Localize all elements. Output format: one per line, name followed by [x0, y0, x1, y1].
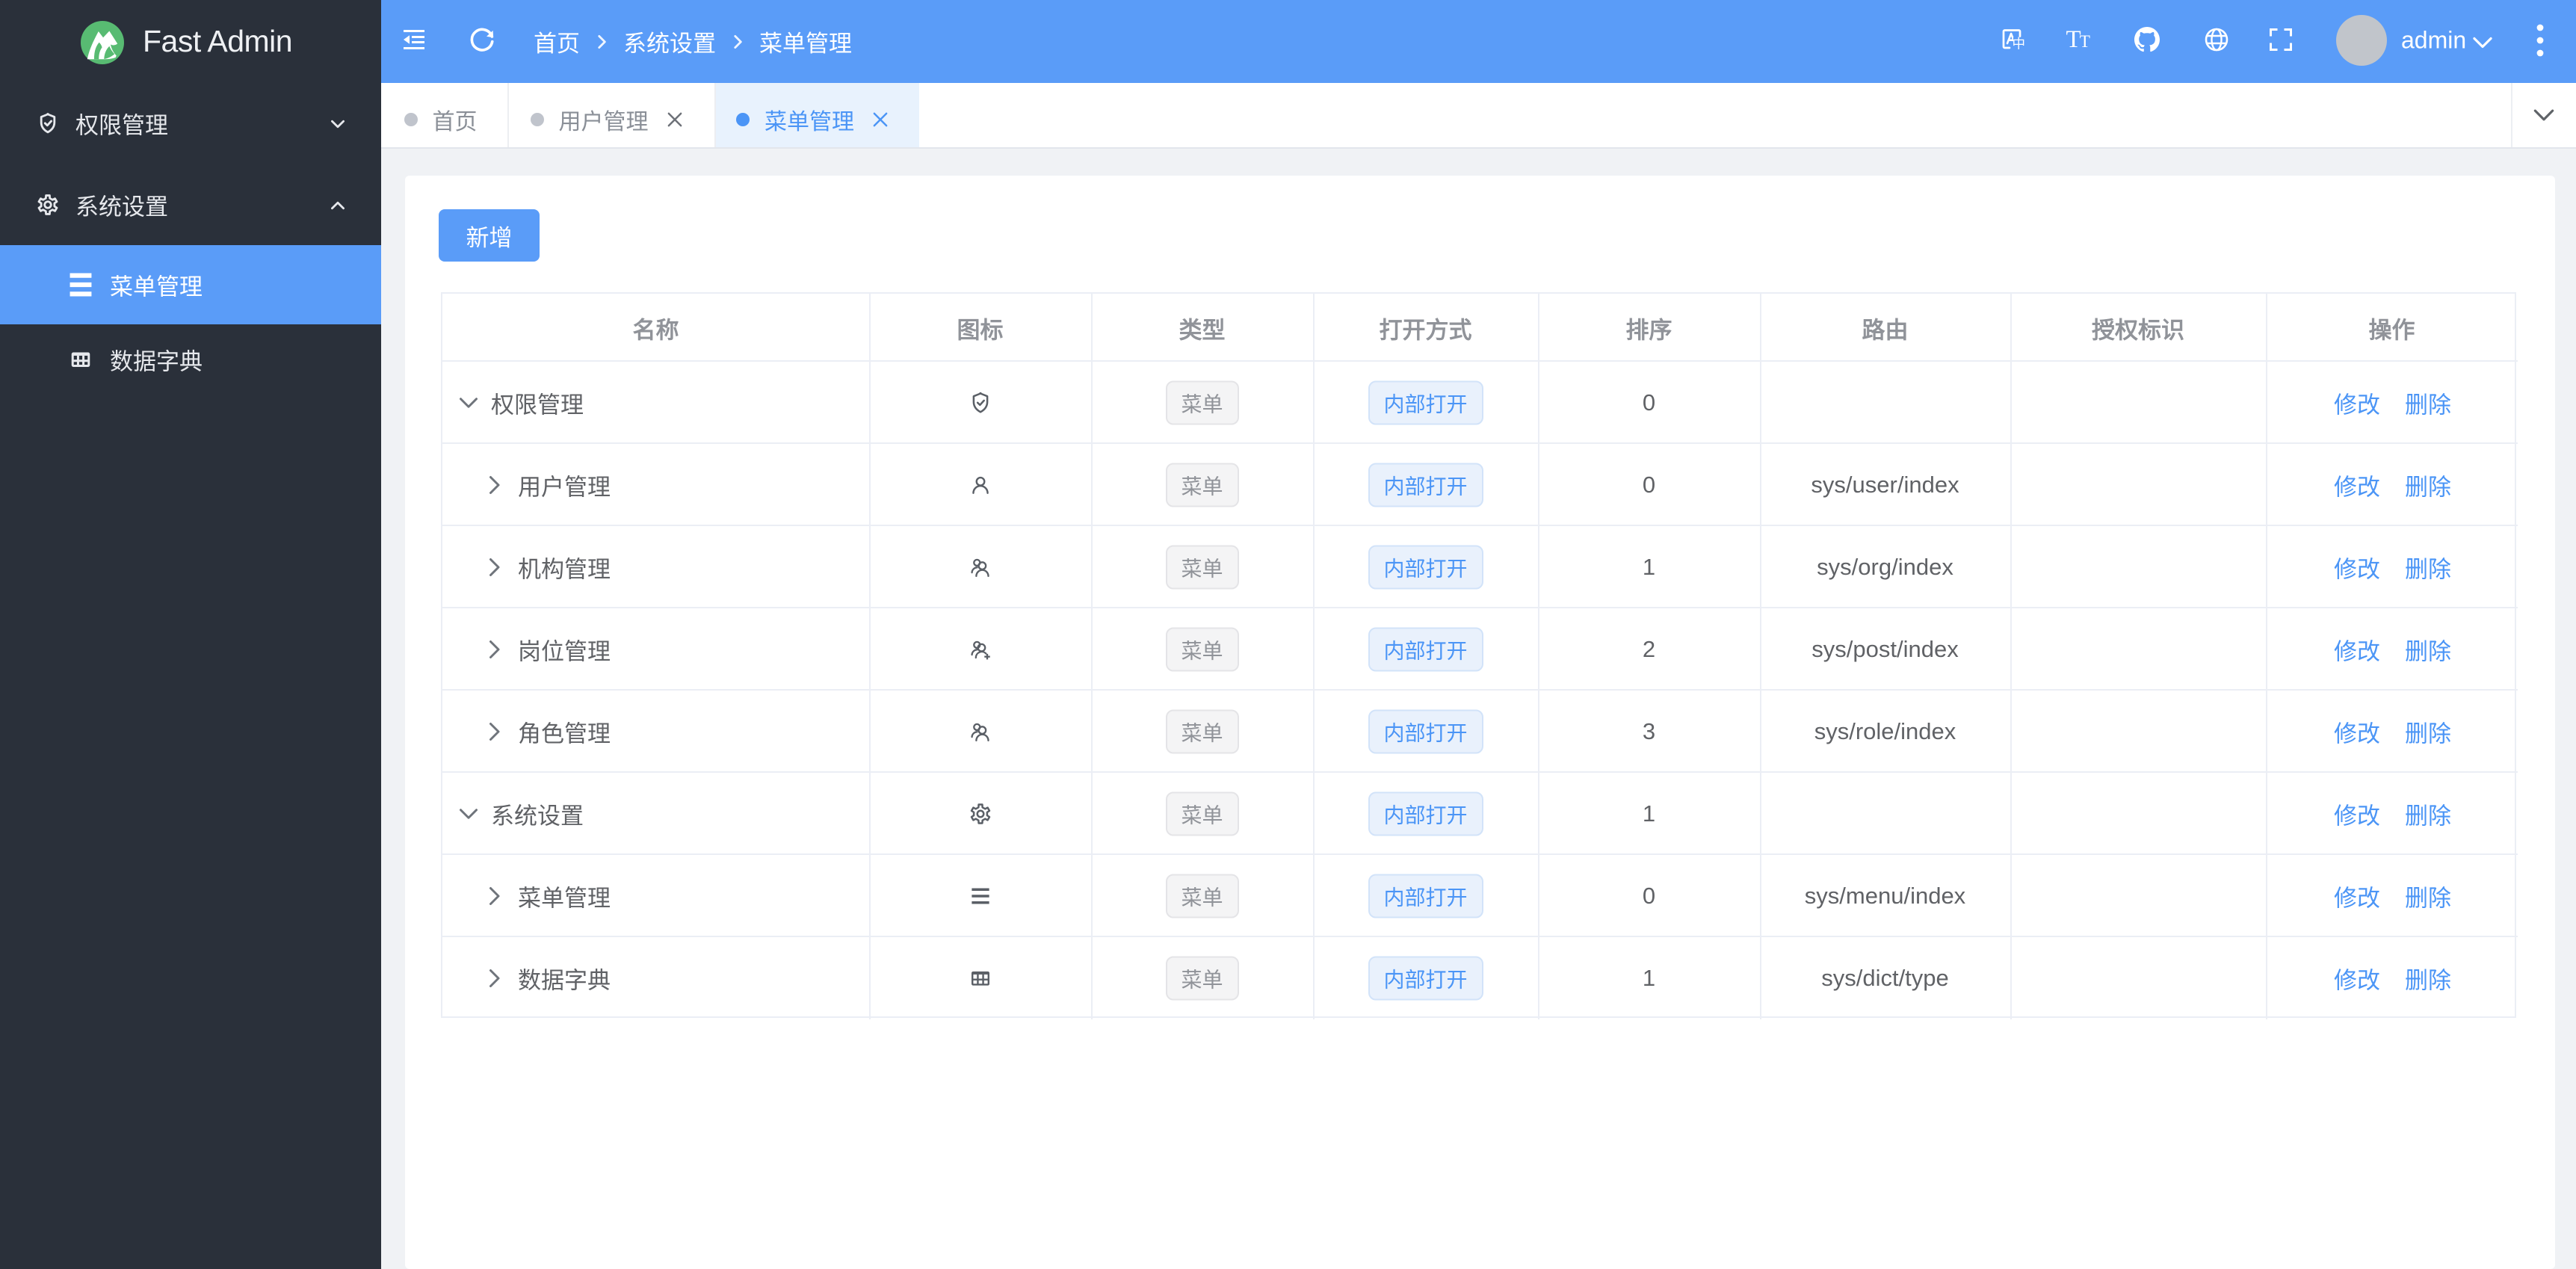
svg-text:中: 中 [2013, 37, 2024, 52]
svg-text:T: T [2080, 32, 2090, 52]
